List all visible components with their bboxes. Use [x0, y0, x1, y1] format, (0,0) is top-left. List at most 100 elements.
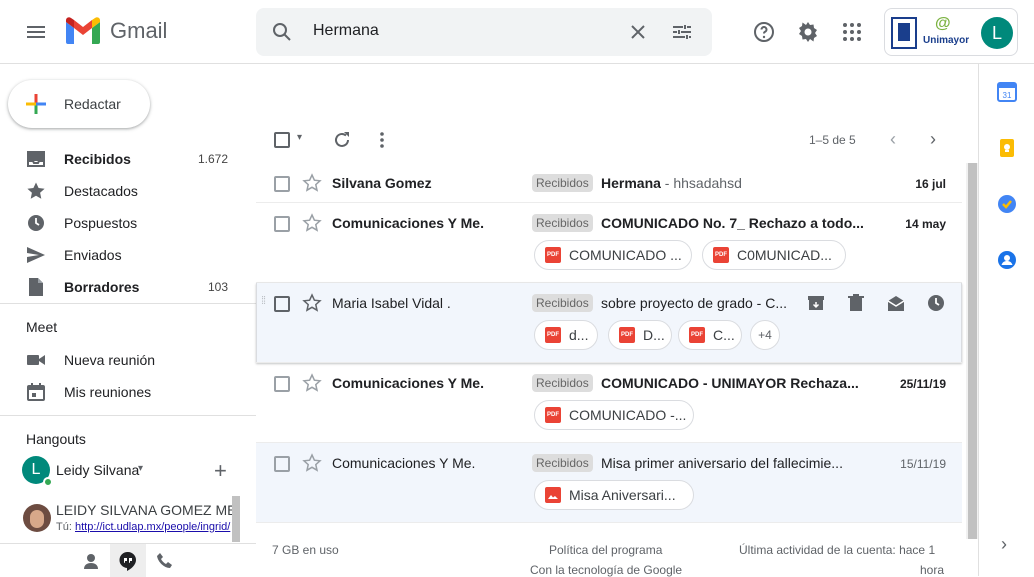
drag-handle-icon[interactable]: ⁞⁞	[261, 295, 266, 307]
meet-section-title: Meet	[26, 319, 58, 335]
email-label-badge[interactable]: Recibidos	[532, 454, 593, 472]
attachment-chip[interactable]: PDF COMUNICADO -...	[534, 400, 694, 430]
my-meetings-label: Mis reuniones	[64, 384, 152, 400]
attachment-chip[interactable]: PDF d...	[534, 320, 598, 350]
attachment-name: d...	[569, 327, 589, 343]
star-outline-icon[interactable]	[302, 373, 322, 393]
email-date: 16 jul	[915, 177, 946, 191]
archive-icon[interactable]	[806, 293, 826, 313]
gear-icon	[799, 22, 817, 42]
email-subject-line: COMUNICADO - UNIMAYOR Rechaza...	[601, 375, 886, 391]
org-at-sign: @	[935, 15, 951, 32]
row-checkbox[interactable]	[274, 456, 290, 472]
snooze-clock-icon[interactable]	[926, 293, 946, 313]
attachment-name: COMUNICADO ...	[569, 247, 682, 263]
email-subject: COMUNICADO No. 7_ Rechazo a todo...	[601, 215, 864, 231]
email-label-badge[interactable]: Recibidos	[532, 174, 593, 192]
search-options-icon[interactable]	[670, 20, 694, 47]
calendar-app-icon[interactable]: 31	[997, 82, 1017, 102]
row-checkbox[interactable]	[274, 376, 290, 392]
contact-name: LEIDY SILVANA GOMEZ MES	[56, 502, 240, 518]
older-chevron-icon[interactable]: ›	[930, 129, 936, 150]
star-outline-icon[interactable]	[302, 293, 322, 313]
select-dropdown-icon[interactable]: ▾	[297, 132, 302, 143]
hamburger-icon	[27, 26, 45, 38]
clear-search-icon[interactable]	[626, 20, 650, 47]
hangouts-conversation[interactable]: LEIDY SILVANA GOMEZ MES Tú: http://ict.u…	[0, 496, 240, 542]
email-row[interactable]: Comunicaciones Y Me. Recibidos COMUNICAD…	[256, 203, 962, 283]
email-date: 25/11/19	[899, 377, 946, 391]
list-scrollbar[interactable]	[968, 163, 977, 539]
keep-app-icon[interactable]	[997, 138, 1017, 158]
clock-icon	[28, 215, 44, 231]
email-row[interactable]: Silvana Gomez Recibidos Hermana - hhsada…	[256, 163, 962, 203]
email-label-badge[interactable]: Recibidos	[532, 294, 593, 312]
add-contact-icon[interactable]: +	[214, 458, 227, 484]
side-panel: 31 ›	[978, 64, 1034, 576]
gmail-logo[interactable]: Gmail	[64, 16, 167, 46]
search-input[interactable]: Hermana	[313, 22, 379, 40]
select-all-checkbox[interactable]	[274, 132, 290, 148]
chevron-down-icon[interactable]: ▾	[138, 463, 143, 474]
search-bar[interactable]: Hermana	[256, 8, 712, 56]
contacts-app-icon[interactable]	[997, 250, 1017, 270]
email-snippet: - hhsadahsd	[660, 175, 742, 191]
more-vert-icon[interactable]	[372, 130, 392, 150]
apps-button[interactable]	[832, 12, 872, 52]
attachment-chip[interactable]: Misa Aniversari...	[534, 480, 694, 510]
storage-usage[interactable]: 7 GB en uso	[272, 543, 339, 557]
search-icon[interactable]	[270, 20, 294, 47]
email-row[interactable]: ⁞⁞ Maria Isabel Vidal . Recibidos sobre …	[256, 283, 962, 363]
last-activity-hour: hora	[920, 563, 945, 577]
row-checkbox[interactable]	[274, 216, 290, 232]
org-name: Unimayor	[923, 35, 970, 46]
email-row[interactable]: Comunicaciones Y Me. Recibidos COMUNICAD…	[256, 363, 962, 443]
settings-button[interactable]	[788, 12, 828, 52]
expand-panel-chevron-icon[interactable]: ›	[1001, 534, 1007, 555]
account-switcher[interactable]: @ Unimayor L	[884, 8, 1018, 56]
compose-plus-icon	[24, 92, 48, 116]
refresh-icon[interactable]	[332, 130, 352, 150]
more-attachments-chip[interactable]: +4	[750, 320, 780, 350]
hangouts-icon[interactable]	[119, 551, 137, 571]
main-menu-button[interactable]	[16, 12, 56, 52]
attachment-chip[interactable]: PDF C...	[678, 320, 742, 350]
row-checkbox[interactable]	[274, 296, 290, 312]
delete-icon[interactable]	[846, 293, 866, 313]
tasks-app-icon[interactable]	[997, 194, 1017, 214]
help-button[interactable]	[744, 12, 784, 52]
attachment-chip[interactable]: PDF COMUNICADO ...	[534, 240, 692, 270]
row-checkbox[interactable]	[274, 176, 290, 192]
new-meeting-item[interactable]: Nueva reunión	[0, 344, 244, 376]
sidebar-item-drafts[interactable]: Borradores 103	[0, 271, 244, 303]
email-subject: COMUNICADO - UNIMAYOR Rechaza...	[601, 375, 859, 391]
sidebar-item-label: Pospuestos	[64, 215, 138, 231]
avatar[interactable]: L	[981, 17, 1013, 49]
sidebar-item-starred[interactable]: Destacados	[0, 175, 244, 207]
attachment-name: C...	[713, 327, 735, 343]
star-outline-icon[interactable]	[302, 173, 322, 193]
email-label-badge[interactable]: Recibidos	[532, 374, 593, 392]
attachment-chip[interactable]: PDF C0MUNICAD...	[702, 240, 846, 270]
compose-button[interactable]: Redactar	[8, 80, 150, 128]
hangouts-section-title: Hangouts	[26, 431, 86, 447]
star-outline-icon[interactable]	[302, 213, 322, 233]
sidebar-item-sent[interactable]: Enviados	[0, 239, 244, 271]
hangouts-user-name[interactable]: Leidy Silvana	[56, 462, 139, 478]
newer-chevron-icon[interactable]: ‹	[890, 129, 896, 150]
my-meetings-item[interactable]: Mis reuniones	[0, 376, 244, 408]
email-date: 14 may	[905, 217, 946, 231]
phone-icon[interactable]	[156, 552, 174, 570]
email-row[interactable]: Comunicaciones Y Me. Recibidos Misa prim…	[256, 443, 962, 523]
program-policy-link[interactable]: Política del programa	[549, 543, 662, 557]
attachment-chip[interactable]: PDF D...	[608, 320, 672, 350]
last-message-link[interactable]: http://ict.udlap.mx/people/ingrid/	[75, 521, 230, 533]
hangouts-scrollbar[interactable]	[232, 496, 240, 542]
person-icon[interactable]	[82, 552, 100, 570]
attachment-name: COMUNICADO -...	[569, 407, 687, 423]
sidebar-item-snoozed[interactable]: Pospuestos	[0, 207, 244, 239]
mark-read-icon[interactable]	[886, 293, 906, 313]
sidebar-item-inbox[interactable]: Recibidos 1.672	[0, 143, 244, 175]
star-outline-icon[interactable]	[302, 453, 322, 473]
email-label-badge[interactable]: Recibidos	[532, 214, 593, 232]
